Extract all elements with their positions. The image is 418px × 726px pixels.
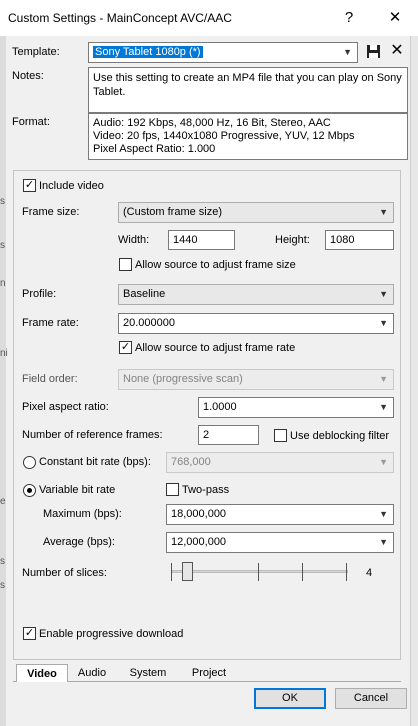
width-label: Width: [118,234,150,246]
format-box: Audio: 192 Kbps, 48,000 Hz, 16 Bit, Ster… [88,113,408,160]
profile-combo[interactable]: Baseline ▼ [118,284,394,305]
tab-system[interactable]: System [118,664,178,682]
bg-fragment: s [0,580,5,591]
chevron-down-icon: ▼ [379,457,388,467]
slider-track [172,570,348,573]
constant-bit-rate-combo: 768,000 ▼ [166,452,394,473]
tab-video[interactable]: Video [16,664,68,682]
window-title: Custom Settings - MainConcept AVC/AAC [8,11,232,25]
help-button[interactable]: ? [336,6,362,30]
format-label: Format: [12,116,50,128]
chevron-down-icon: ▼ [379,318,388,328]
chevron-down-icon: ▼ [379,289,388,299]
maximum-bps-combo[interactable]: 18,000,000 ▼ [166,504,394,525]
field-order-combo: None (progressive scan) ▼ [118,369,394,390]
background-window-strip: s s n ni e s s [0,36,8,726]
variable-bit-rate-label: Variable bit rate [39,484,116,496]
maximum-bps-value: 18,000,000 [171,508,227,520]
allow-frame-rate-checkbox[interactable]: ✓ [119,341,132,354]
height-label: Height: [275,234,310,246]
reference-frames-input[interactable]: 2 [198,425,259,445]
bg-fragment: ni [0,348,8,359]
deblocking-checkbox[interactable] [274,429,287,442]
average-bps-value: 12,000,000 [171,536,227,548]
allow-frame-size-checkbox[interactable] [119,258,132,271]
tab-audio[interactable]: Audio [70,664,114,682]
format-line-par: Pixel Aspect Ratio: 1.000 [93,143,216,155]
slider-thumb[interactable] [182,562,193,581]
slider-tick [302,563,303,581]
two-pass-label: Two-pass [182,484,230,496]
radio-selected-dot [27,488,32,493]
chevron-down-icon: ▼ [379,374,388,384]
template-combo[interactable]: Sony Tablet 1080p (*) ▼ [88,42,358,63]
pixel-aspect-ratio-value: 1.0000 [203,401,237,413]
chevron-down-icon: ▼ [379,402,388,412]
profile-label: Profile: [22,288,57,300]
frame-rate-label: Frame rate: [22,317,79,329]
chevron-down-icon: ▼ [379,207,388,217]
bg-fragment: s [0,240,5,251]
slices-label: Number of slices: [22,567,107,579]
template-value: Sony Tablet 1080p (*) [93,46,203,58]
frame-size-value: (Custom frame size) [123,206,223,218]
format-line-video: Video: 20 fps, 1440x1080 Progressive, YU… [93,130,355,142]
field-order-value: None (progressive scan) [123,373,243,385]
two-pass-checkbox[interactable] [166,483,179,496]
profile-value: Baseline [123,288,166,300]
variable-bit-rate-radio[interactable] [23,484,36,497]
chevron-down-icon: ▼ [343,47,352,57]
frame-size-combo[interactable]: (Custom frame size) ▼ [118,202,394,223]
tab-project[interactable]: Project [180,664,238,682]
notes-label: Notes: [12,70,44,82]
progressive-download-checkbox[interactable]: ✓ [23,627,36,640]
bg-fragment: s [0,196,5,207]
format-line-audio: Audio: 192 Kbps, 48,000 Hz, 16 Bit, Ster… [93,117,331,129]
progressive-download-label: Enable progressive download [39,628,184,640]
chevron-down-icon: ▼ [379,509,388,519]
average-bps-label: Average (bps): [43,536,115,548]
slider-tick [258,563,259,581]
pixel-aspect-ratio-label: Pixel aspect ratio: [22,401,109,413]
slices-slider[interactable] [170,560,350,588]
width-input[interactable]: 1440 [168,230,235,250]
field-order-label: Field order: [22,373,78,385]
close-button[interactable]: ✕ [382,6,408,30]
include-video-label: Include video [39,180,104,192]
pixel-aspect-ratio-combo[interactable]: 1.0000 ▼ [198,397,394,418]
notes-box[interactable]: Use this setting to create an MP4 file t… [88,67,408,113]
constant-bit-rate-value: 768,000 [171,456,211,468]
notes-text: Use this setting to create an MP4 file t… [93,72,402,98]
constant-bit-rate-label: Constant bit rate (bps): [39,456,151,468]
bg-fragment: s [0,556,5,567]
deblocking-label: Use deblocking filter [290,430,390,442]
maximum-bps-label: Maximum (bps): [43,508,122,520]
frame-rate-combo[interactable]: 20.000000 ▼ [118,313,394,334]
allow-frame-size-label: Allow source to adjust frame size [135,259,296,271]
cancel-button[interactable]: Cancel [335,688,407,709]
delete-template-icon[interactable]: ✕ [389,42,405,60]
frame-size-label: Frame size: [22,206,80,218]
background-window-strip-right [410,36,418,726]
constant-bit-rate-radio[interactable] [23,456,36,469]
save-template-icon[interactable] [366,44,381,59]
template-label: Template: [12,46,60,58]
ok-button[interactable]: OK [254,688,326,709]
bg-fragment: n [0,278,6,289]
slices-value: 4 [366,567,373,579]
chevron-down-icon: ▼ [379,537,388,547]
allow-frame-rate-label: Allow source to adjust frame rate [135,342,296,354]
include-video-checkbox[interactable]: ✓ [23,179,36,192]
slider-tick [171,563,172,581]
frame-rate-value: 20.000000 [123,317,175,329]
slider-tick [346,563,347,581]
height-input[interactable]: 1080 [325,230,394,250]
bg-fragment: e [0,496,6,507]
reference-frames-label: Number of reference frames: [22,429,163,441]
average-bps-combo[interactable]: 12,000,000 ▼ [166,532,394,553]
